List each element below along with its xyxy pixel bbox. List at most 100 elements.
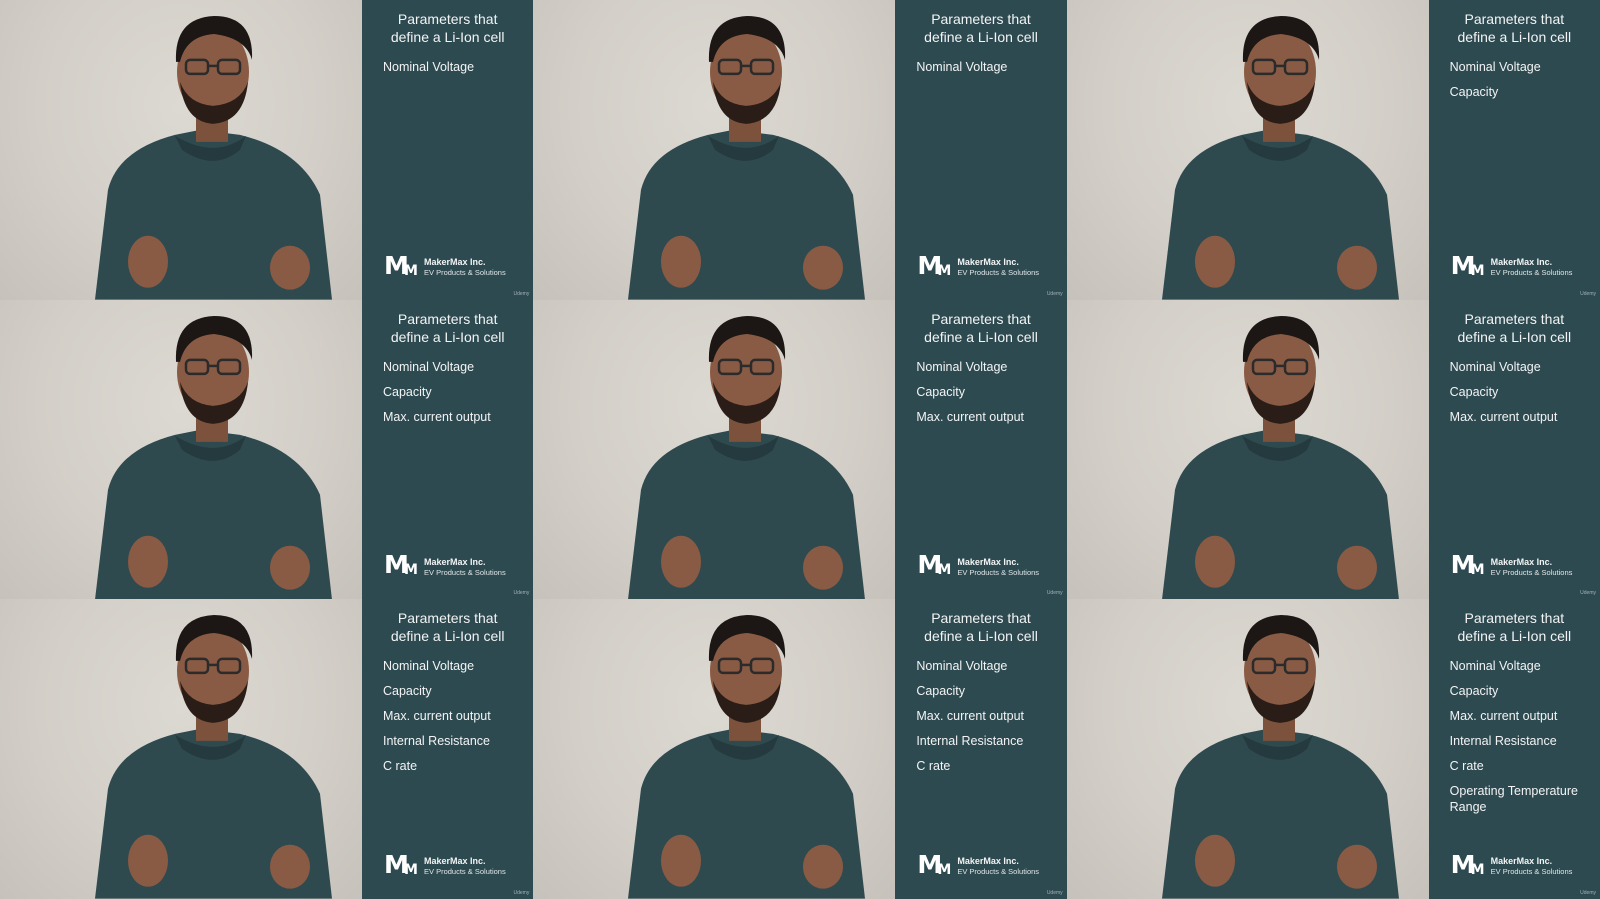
brand-mark-icon: M M (917, 251, 952, 280)
brand-name: MakerMax Inc. (424, 856, 486, 867)
slide-title: Parameters that define a Li-Ion cell (390, 310, 505, 345)
slide-title: Parameters that define a Li-Ion cell (1457, 310, 1572, 345)
parameter-item: Internal Resistance (383, 734, 491, 749)
brand-logo: M M MakerMax Inc. EV Products & Solution… (917, 251, 1039, 280)
brand-tagline: EV Products & Solutions (1490, 867, 1573, 877)
parameter-item: Nominal Voltage (1449, 60, 1541, 74)
brand-text: MakerMax Inc. EV Products & Solutions (957, 856, 1039, 877)
presenter-figure (95, 615, 332, 899)
parameter-list: Nominal Voltage Capacity Max. current outp… (1450, 658, 1594, 824)
brand-logo: M M MakerMax Inc. EV Products & Solution… (917, 551, 1039, 579)
brand-logo: M M MakerMax Inc. EV Products & Solution… (1451, 850, 1573, 879)
slide-panel: Parameters that define a Li-Ion cell Nom… (895, 599, 1067, 899)
parameter-item: Nominal Voltage (916, 60, 1008, 74)
video-frame-7: Parameters that define a Li-Ion cell Nom… (0, 599, 534, 899)
brand-text: MakerMax Inc. EV Products & Solutions (957, 557, 1039, 578)
parameter-item: Max. current output (383, 409, 491, 424)
watermark: Udemy (1580, 889, 1596, 896)
parameter-item: Max. current output (1449, 409, 1558, 424)
presenter-video (1066, 599, 1429, 899)
slide-panel: Parameters that define a Li-Ion cell Nom… (1428, 599, 1600, 899)
brand-text: MakerMax Inc. EV Products & Solutions (424, 257, 506, 278)
parameter-item: Nominal Voltage (916, 359, 1008, 374)
presenter-video (0, 299, 362, 600)
brand-logo: M M MakerMax Inc. EV Products & Solution… (384, 850, 506, 879)
brand-mark-small: M (1470, 262, 1485, 279)
slide-panel: Parameters that define a Li-Ion cell Nom… (362, 299, 534, 600)
parameter-list: Nominal Voltage Capacity Max. current outp… (916, 658, 1060, 783)
presenter-video (1066, 299, 1429, 600)
brand-text: MakerMax Inc. EV Products & Solutions (424, 557, 506, 578)
brand-text: MakerMax Inc. EV Products & Solutions (1491, 856, 1573, 877)
presenter-video (1066, 0, 1429, 300)
video-frame-1: Parameters that define a Li-Ion cell Nom… (0, 0, 534, 300)
parameter-list: Nominal Voltage Capacity Max. current outp… (916, 359, 1060, 434)
parameter-item: C rate (1449, 759, 1484, 774)
parameter-list: Nominal Voltage Capacity (1450, 59, 1594, 109)
brand-name: MakerMax Inc. (1490, 856, 1553, 867)
video-frame-3: Parameters that define a Li-Ion cell Nom… (1066, 0, 1600, 300)
parameter-item: Max. current output (916, 409, 1025, 424)
brand-tagline: EV Products & Solutions (424, 268, 506, 278)
brand-tagline: EV Products & Solutions (424, 567, 506, 577)
presenter-figure (628, 615, 866, 899)
brand-name: MakerMax Inc. (1490, 257, 1553, 268)
brand-tagline: EV Products & Solutions (1490, 268, 1573, 278)
slide-panel: Parameters that define a Li-Ion cell Nom… (1428, 299, 1600, 600)
parameter-item: Nominal Voltage (1449, 359, 1541, 374)
presenter-video (0, 0, 362, 300)
parameter-item: Internal Resistance (916, 734, 1024, 749)
watermark: Udemy (513, 290, 530, 297)
parameter-item: Nominal Voltage (1449, 659, 1541, 674)
watermark: Udemy (513, 590, 530, 597)
slide-title: Parameters that define a Li-Ion cell (924, 11, 1038, 45)
slide-title: Parameters that define a Li-Ion cell (924, 310, 1038, 345)
parameter-list: Nominal Voltage (383, 59, 527, 84)
brand-mark-icon: M M (384, 251, 418, 280)
video-frame-4: Parameters that define a Li-Ion cell Nom… (0, 299, 534, 600)
brand-tagline: EV Products & Solutions (957, 567, 1040, 577)
brand-text: MakerMax Inc. EV Products & Solutions (424, 856, 506, 877)
parameter-item: Capacity (383, 684, 432, 699)
brand-mark-icon: M M (1451, 551, 1485, 579)
brand-mark-small: M (404, 562, 418, 579)
brand-text: MakerMax Inc. EV Products & Solutions (957, 257, 1039, 278)
parameter-item: Max. current output (1449, 709, 1558, 724)
brand-text: MakerMax Inc. EV Products & Solutions (1491, 557, 1573, 578)
brand-mark-small: M (937, 562, 952, 579)
brand-text: MakerMax Inc. EV Products & Solutions (1491, 257, 1573, 278)
brand-mark-icon: M M (917, 551, 952, 579)
slide-title: Parameters that define a Li-Ion cell (390, 610, 505, 645)
parameter-list: Nominal Voltage (916, 59, 1060, 84)
brand-name: MakerMax Inc. (957, 257, 1019, 268)
video-frame-2: Parameters that define a Li-Ion cell Nom… (533, 0, 1067, 300)
parameter-item: Nominal Voltage (383, 60, 475, 74)
brand-name: MakerMax Inc. (957, 556, 1019, 567)
brand-tagline: EV Products & Solutions (957, 867, 1040, 877)
parameter-item: Max. current output (383, 709, 491, 724)
parameter-item: Nominal Voltage (383, 659, 475, 674)
brand-tagline: EV Products & Solutions (1490, 567, 1573, 577)
presenter-video (533, 299, 896, 600)
slide-panel: Parameters that define a Li-Ion cell Nom… (362, 599, 534, 899)
brand-name: MakerMax Inc. (957, 856, 1019, 867)
brand-logo: M M MakerMax Inc. EV Products & Solution… (917, 850, 1039, 879)
parameter-item: Capacity (1449, 684, 1499, 699)
watermark: Udemy (513, 889, 530, 896)
brand-mark-small: M (937, 262, 952, 279)
watermark: Udemy (1046, 590, 1063, 597)
parameter-item: Nominal Voltage (383, 359, 475, 374)
parameter-item: Nominal Voltage (916, 659, 1008, 674)
brand-name: MakerMax Inc. (1490, 556, 1553, 567)
presenter-figure (95, 315, 332, 600)
video-frame-9: Parameters that define a Li-Ion cell Nom… (1066, 599, 1600, 899)
video-frame-5: Parameters that define a Li-Ion cell Nom… (533, 299, 1067, 600)
parameter-item: Capacity (916, 684, 965, 699)
brand-logo: M M MakerMax Inc. EV Products & Solution… (384, 551, 506, 579)
parameter-item: Max. current output (916, 709, 1025, 724)
presenter-video (0, 599, 362, 899)
watermark: Udemy (1580, 290, 1596, 297)
brand-mark-small: M (937, 861, 952, 878)
parameter-item: Capacity (1449, 384, 1499, 399)
brand-mark-small: M (404, 861, 418, 878)
